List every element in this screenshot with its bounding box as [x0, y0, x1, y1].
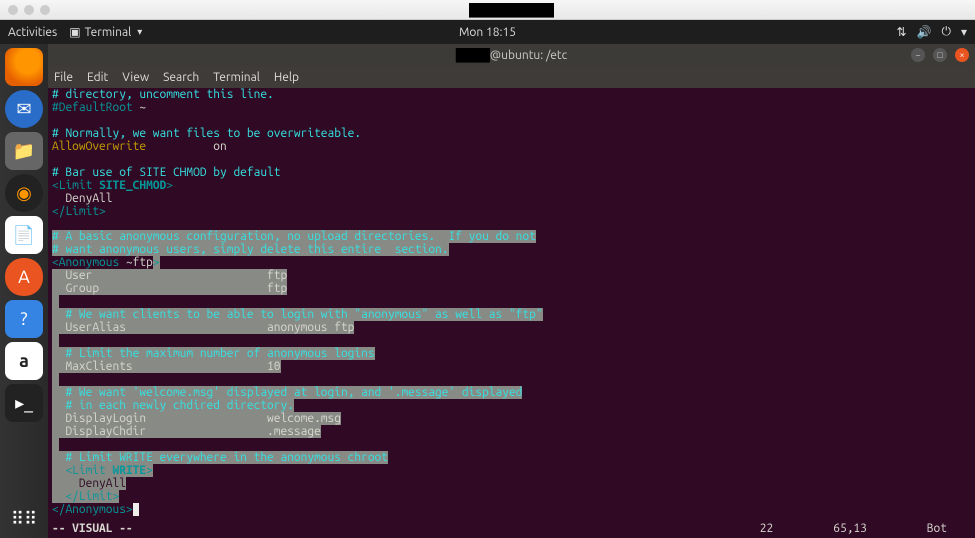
- traffic-light-close[interactable]: [8, 5, 18, 15]
- dock-files[interactable]: 📁: [5, 132, 43, 170]
- chevron-down-icon[interactable]: ▾: [961, 25, 967, 39]
- dock-thunderbird[interactable]: ✉: [5, 90, 43, 128]
- editor-line: DisplayChdir .message: [52, 426, 971, 439]
- menu-file[interactable]: File: [54, 71, 73, 84]
- menu-terminal[interactable]: Terminal: [213, 71, 260, 84]
- status-line: -- VISUAL -- 22 65,13 Bot: [48, 523, 975, 538]
- dock: ✉ 📁 ◉ 📄 A ? a ▸_ ⠿⠿: [0, 44, 48, 538]
- minimize-button[interactable]: −: [911, 48, 925, 62]
- window-titlebar[interactable]: ████ @ubuntu: /etc − □ ×: [48, 44, 975, 66]
- editor-line: # Limit WRITE everywhere in the anonymou…: [52, 452, 971, 465]
- maximize-button[interactable]: □: [933, 48, 947, 62]
- editor-line: </Anonymous>: [52, 504, 971, 517]
- power-icon[interactable]: ⏻: [941, 25, 951, 39]
- dock-amazon[interactable]: a: [5, 342, 43, 380]
- editor-line: </Limit>: [52, 206, 971, 219]
- traffic-light-max[interactable]: [40, 5, 50, 15]
- mac-titlebar: ██████████: [0, 0, 975, 20]
- editor-line: AllowOverwrite on: [52, 141, 971, 154]
- terminal-icon: ▣: [69, 25, 80, 39]
- editor-line: UserAlias anonymous ftp: [52, 322, 971, 335]
- dock-show-apps[interactable]: ⠿⠿: [5, 500, 43, 538]
- editor-line: </Limit>: [52, 491, 971, 504]
- editor-line: #DefaultRoot ~: [52, 102, 971, 115]
- title-path: @ubuntu: /etc: [490, 49, 567, 62]
- terminal-window: ████ @ubuntu: /etc − □ × File Edit View …: [48, 44, 975, 538]
- mac-address: ██████████: [469, 3, 554, 17]
- menu-edit[interactable]: Edit: [87, 71, 108, 84]
- dock-help[interactable]: ?: [5, 300, 43, 338]
- activities-button[interactable]: Activities: [8, 26, 57, 39]
- editor-line: # want anonymous users, simply delete th…: [52, 244, 971, 257]
- close-button[interactable]: ×: [955, 48, 969, 62]
- network-icon[interactable]: ⇅: [896, 25, 906, 39]
- dock-firefox[interactable]: [5, 48, 43, 86]
- dock-rhythmbox[interactable]: ◉: [5, 174, 43, 212]
- editor-line: # directory, uncomment this line.: [52, 89, 971, 102]
- editor-line: DenyAll: [52, 478, 971, 491]
- status-pos: 65,13: [833, 523, 867, 536]
- editor-line: <Limit WRITE>: [52, 465, 971, 478]
- app-menu[interactable]: ▣ Terminal: [69, 25, 142, 39]
- editor-line: [52, 374, 971, 387]
- volume-icon[interactable]: 🔊: [917, 25, 932, 39]
- status-scroll: Bot: [927, 523, 947, 536]
- gnome-top-panel: Activities ▣ Terminal Mon 18:15 ⇅ 🔊 ⏻ ▾: [0, 20, 975, 44]
- editor-line: [52, 439, 971, 452]
- dock-terminal[interactable]: ▸_: [5, 384, 43, 422]
- vim-mode: -- VISUAL --: [52, 523, 133, 536]
- editor-line: <Limit SITE_CHMOD>: [52, 180, 971, 193]
- clock[interactable]: Mon 18:15: [459, 26, 516, 39]
- editor-line: DenyAll: [52, 193, 971, 206]
- editor-line: # Bar use of SITE CHMOD by default: [52, 167, 971, 180]
- menu-view[interactable]: View: [122, 71, 149, 84]
- dock-software[interactable]: A: [5, 258, 43, 296]
- editor-line: Group ftp: [52, 283, 971, 296]
- editor-line: MaxClients 10: [52, 361, 971, 374]
- editor-line: # We want 'welcome.msg' displayed at log…: [52, 387, 971, 400]
- dock-writer[interactable]: 📄: [5, 216, 43, 254]
- title-user: ████: [456, 48, 490, 62]
- menu-search[interactable]: Search: [163, 71, 199, 84]
- menu-help[interactable]: Help: [274, 71, 299, 84]
- editor-area[interactable]: # directory, uncomment this line.#Defaul…: [48, 88, 975, 538]
- status-lines: 22: [760, 523, 773, 536]
- menubar: File Edit View Search Terminal Help: [48, 66, 975, 88]
- traffic-light-min[interactable]: [24, 5, 34, 15]
